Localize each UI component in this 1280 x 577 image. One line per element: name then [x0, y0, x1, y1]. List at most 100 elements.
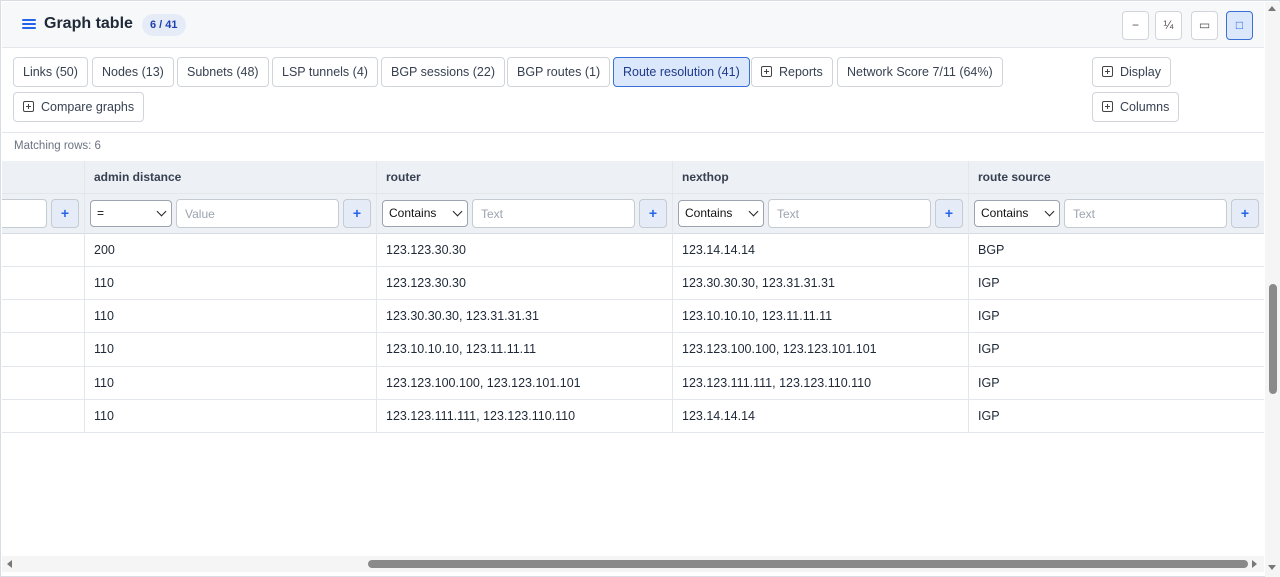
half-size-button[interactable]: ▭: [1191, 11, 1218, 40]
operator-value: Contains: [389, 206, 437, 220]
panel-header: Graph table 6 / 41 − ¼ ▭ □: [2, 2, 1264, 48]
cell-router: 123.10.10.10, 123.11.11.11: [386, 342, 537, 356]
columns-label: Columns: [1120, 100, 1170, 114]
tab-subnets[interactable]: Subnets (48): [177, 57, 269, 87]
data-table: admin distance router nexthop route sour…: [2, 161, 1264, 556]
graph-table-panel: Graph table 6 / 41 − ¼ ▭ □ Links (50) No…: [0, 0, 1280, 577]
cell-nexthop: 123.14.14.14: [682, 243, 755, 257]
cell-admin-distance: 110: [94, 409, 114, 423]
quarter-size-button[interactable]: ¼: [1155, 11, 1182, 40]
column-divider: [672, 161, 673, 433]
cell-route-source: IGP: [978, 376, 1000, 390]
table-row[interactable]: 200 123.123.30.30 123.14.14.14 BGP: [2, 234, 1264, 267]
scroll-left-icon[interactable]: [7, 560, 12, 568]
reports-label: Reports: [779, 65, 823, 79]
matching-rows-text: Matching rows: 6: [14, 140, 101, 152]
table-row[interactable]: 110 123.123.30.30 123.30.30.30, 123.31.31.…: [2, 267, 1264, 300]
hamburger-menu-icon[interactable]: [22, 17, 36, 31]
horizontal-scrollbar[interactable]: [2, 556, 1264, 572]
cell-admin-distance: 110: [94, 342, 114, 356]
cell-route-source: IGP: [978, 409, 1000, 423]
table-row[interactable]: 110 123.123.100.100, 123.123.101.101 123.1…: [2, 367, 1264, 400]
panel-title: Graph table: [44, 15, 133, 32]
add-filter-button[interactable]: +: [51, 199, 79, 228]
expand-plus-icon: [761, 66, 772, 77]
filter-row: + = + Contains + Contains + Contains +: [2, 194, 1264, 234]
column-header-admin-distance[interactable]: admin distance: [85, 161, 377, 194]
display-button[interactable]: Display: [1092, 57, 1171, 87]
tab-bgp-routes[interactable]: BGP routes (1): [507, 57, 611, 87]
operator-value: Contains: [685, 206, 733, 220]
cell-nexthop: 123.123.111.111, 123.123.110.110: [682, 376, 872, 390]
scroll-right-icon[interactable]: [1252, 560, 1257, 568]
reports-button[interactable]: Reports: [751, 57, 833, 87]
cell-router: 123.123.111.111, 123.123.110.110: [386, 409, 576, 423]
cell-nexthop: 123.10.10.10, 123.11.11.11: [682, 309, 833, 323]
chevron-down-icon: [156, 206, 167, 217]
full-size-button[interactable]: □: [1226, 11, 1253, 40]
column-header-router[interactable]: router: [377, 161, 673, 194]
column-divider: [968, 161, 969, 433]
router-filter-input[interactable]: [472, 199, 635, 228]
previous-column-filter-input[interactable]: [2, 199, 47, 228]
expand-plus-icon: [23, 101, 34, 112]
table-row[interactable]: 110 123.10.10.10, 123.11.11.11 123.123.100…: [2, 333, 1264, 367]
scroll-up-icon[interactable]: [1268, 6, 1276, 11]
horizontal-scroll-thumb[interactable]: [368, 560, 1248, 568]
router-operator-select[interactable]: Contains: [382, 200, 468, 227]
cell-router: 123.123.30.30: [386, 276, 466, 290]
tab-nodes[interactable]: Nodes (13): [92, 57, 174, 87]
cell-admin-distance: 110: [94, 376, 114, 390]
cell-router: 123.30.30.30, 123.31.31.31: [386, 309, 539, 323]
column-header-nexthop[interactable]: nexthop: [673, 161, 969, 194]
nexthop-operator-select[interactable]: Contains: [678, 200, 764, 227]
cell-admin-distance: 200: [94, 243, 115, 257]
tab-links[interactable]: Links (50): [13, 57, 88, 87]
cell-nexthop: 123.123.100.100, 123.123.101.101: [682, 342, 877, 356]
admin-distance-operator-select[interactable]: =: [90, 200, 172, 227]
cell-admin-distance: 110: [94, 309, 114, 323]
divider: [2, 132, 1264, 133]
cell-admin-distance: 110: [94, 276, 114, 290]
cell-nexthop: 123.30.30.30, 123.31.31.31: [682, 276, 835, 290]
add-filter-button[interactable]: +: [343, 199, 371, 228]
table-header-row: admin distance router nexthop route sour…: [2, 161, 1264, 194]
column-divider: [376, 161, 377, 433]
cell-route-source: IGP: [978, 342, 1000, 356]
expand-plus-icon: [1102, 101, 1113, 112]
route-source-filter-input[interactable]: [1064, 199, 1227, 228]
nexthop-filter-input[interactable]: [768, 199, 931, 228]
cell-route-source: IGP: [978, 276, 1000, 290]
compare-graphs-label: Compare graphs: [41, 100, 135, 114]
vertical-scroll-thumb[interactable]: [1269, 284, 1277, 394]
add-filter-button[interactable]: +: [1231, 199, 1259, 228]
tab-bgp-sessions[interactable]: BGP sessions (22): [381, 57, 505, 87]
chevron-down-icon: [452, 206, 463, 217]
display-label: Display: [1120, 65, 1161, 79]
row-count-badge: 6 / 41: [142, 14, 186, 36]
route-source-operator-select[interactable]: Contains: [974, 200, 1060, 227]
operator-value: =: [97, 206, 105, 220]
tab-network-score[interactable]: Network Score 7/11 (64%): [837, 57, 1003, 87]
column-header-route-source[interactable]: route source: [969, 161, 1264, 194]
compare-graphs-button[interactable]: Compare graphs: [13, 92, 145, 122]
add-filter-button[interactable]: +: [935, 199, 963, 228]
vertical-scrollbar[interactable]: [1265, 2, 1280, 577]
cell-router: 123.123.30.30: [386, 243, 466, 257]
table-row[interactable]: 110 123.123.111.111, 123.123.110.110 123.1…: [2, 400, 1264, 433]
admin-distance-filter-input[interactable]: [176, 199, 339, 228]
column-divider: [84, 161, 85, 433]
add-filter-button[interactable]: +: [639, 199, 667, 228]
cell-route-source: IGP: [978, 309, 1000, 323]
cell-route-source: BGP: [978, 243, 1005, 257]
table-row[interactable]: 110 123.30.30.30, 123.31.31.31 123.10.10.1…: [2, 300, 1264, 333]
minimize-button[interactable]: −: [1122, 11, 1149, 40]
operator-value: Contains: [981, 206, 1029, 220]
tab-lsp-tunnels[interactable]: LSP tunnels (4): [272, 57, 378, 87]
cell-nexthop: 123.14.14.14: [682, 409, 755, 423]
columns-button[interactable]: Columns: [1092, 92, 1180, 122]
chevron-down-icon: [1044, 206, 1055, 217]
scroll-down-icon[interactable]: [1268, 565, 1276, 570]
tab-route-resolution[interactable]: Route resolution (41): [613, 57, 750, 87]
expand-plus-icon: [1102, 66, 1113, 77]
